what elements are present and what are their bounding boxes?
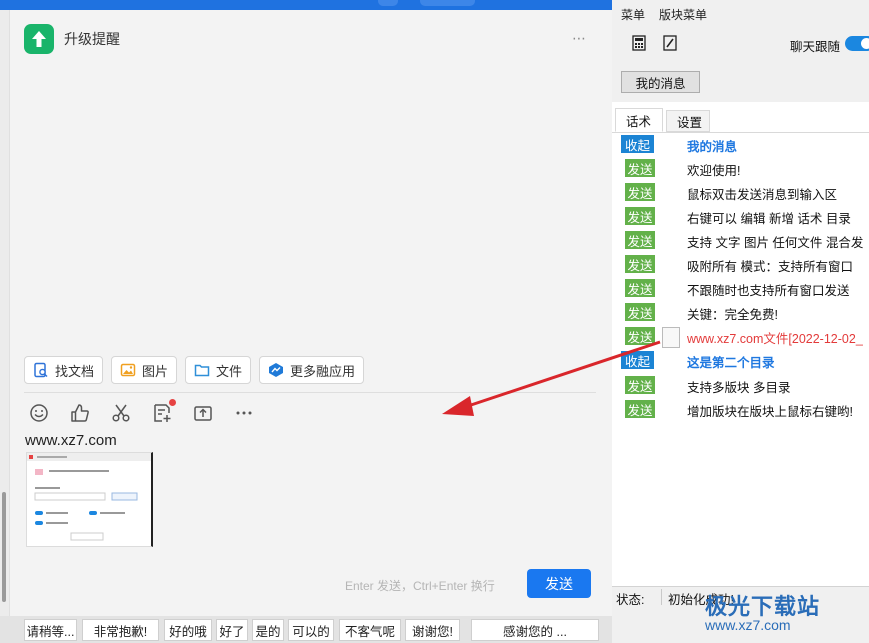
send-badge-button[interactable]: 发送 xyxy=(625,400,655,418)
share-upload-icon[interactable] xyxy=(192,402,214,424)
image-icon xyxy=(120,363,136,377)
apps-icon xyxy=(269,363,284,377)
status-label: 状态: xyxy=(616,593,645,607)
phrase-text: 关键：完全免费! xyxy=(687,308,778,322)
input-toolbar xyxy=(28,399,255,424)
phrase-text: 鼠标双击发送消息到输入区 xyxy=(687,188,838,202)
list-item[interactable]: 收起 我的消息 xyxy=(612,133,869,157)
list-item[interactable]: 发送 吸附所有 模式：支持所有窗口 xyxy=(612,253,869,277)
file-button[interactable]: 文件 xyxy=(185,356,252,384)
status-separator xyxy=(661,589,662,605)
send-badge-button[interactable]: 发送 xyxy=(625,327,655,345)
follow-toggle[interactable] xyxy=(845,36,869,51)
more-apps-button[interactable]: 更多融应用 xyxy=(259,356,365,384)
panel-header: 菜单 版块菜单 聊天跟随 我的消息 xyxy=(612,0,869,102)
image-button[interactable]: 图片 xyxy=(111,356,178,384)
group-title: 我的消息 xyxy=(687,140,738,154)
fold-button[interactable]: 收起 xyxy=(621,351,654,369)
phrase-text: 支持 文字 图片 任何文件 混合发 xyxy=(687,236,864,250)
menu-main[interactable]: 菜单 xyxy=(621,6,645,23)
scissors-icon[interactable] xyxy=(110,402,132,424)
menu-block[interactable]: 版块菜单 xyxy=(659,6,707,23)
list-item[interactable]: 发送 支持 文字 图片 任何文件 混合发 xyxy=(612,229,869,253)
phrase-button[interactable]: 好了 xyxy=(216,619,248,641)
phrase-button[interactable]: 不客气呢 xyxy=(339,619,401,641)
send-badge-button[interactable]: 发送 xyxy=(625,279,655,297)
chat-window: 升级提醒 ⋯ 找文档 图片 文件 更多融应用 www.xz7.com Enter… xyxy=(0,10,613,616)
send-badge-button[interactable]: 发送 xyxy=(625,183,655,201)
phrase-text: 支持多版块 多目录 xyxy=(687,381,791,395)
send-button[interactable]: 发送 xyxy=(527,569,591,598)
upgrade-label: 升级提醒 xyxy=(64,31,120,47)
app-button-row: 找文档 图片 文件 更多融应用 xyxy=(24,356,365,384)
top-strip-control[interactable] xyxy=(378,0,398,6)
edit-icon[interactable] xyxy=(663,35,677,51)
left-scrollbar[interactable] xyxy=(0,10,10,616)
tab-phrases[interactable]: 话术 xyxy=(615,108,663,132)
phrase-text: 欢迎使用! xyxy=(687,164,741,178)
phrase-button[interactable]: 谢谢您! xyxy=(405,619,460,641)
follow-label: 聊天跟随 xyxy=(790,40,841,54)
phrase-tool-panel: 菜单 版块菜单 聊天跟随 我的消息 话术 设置 收起 我的消息 发送 欢迎使用!… xyxy=(612,0,869,643)
list-item[interactable]: 收起 这是第二个目录 xyxy=(612,349,869,373)
phrase-text: 右键可以 编辑 新增 话术 目录 xyxy=(687,212,851,226)
send-badge-button[interactable]: 发送 xyxy=(625,231,655,249)
more-icon[interactable] xyxy=(233,402,255,424)
list-item[interactable]: 发送 欢迎使用! xyxy=(612,157,869,181)
list-item[interactable]: 发送 关键：完全免费! xyxy=(612,301,869,325)
send-badge-button[interactable]: 发送 xyxy=(625,159,655,177)
list-item[interactable]: 发送 支持多版块 多目录 xyxy=(612,374,869,398)
upgrade-reminder[interactable]: 升级提醒 xyxy=(24,24,120,54)
upgrade-arrow-icon xyxy=(24,24,54,54)
thumbs-up-icon[interactable] xyxy=(69,402,91,424)
doc-search-label: 找文档 xyxy=(55,363,95,379)
send-badge-button[interactable]: 发送 xyxy=(625,376,655,394)
file-icon xyxy=(662,327,680,348)
phrase-text: 吸附所有 模式：支持所有窗口 xyxy=(687,260,853,274)
file-phrase-text: www.xz7.com文件[2022-12-02_ xyxy=(687,332,863,346)
list-item[interactable]: 发送 不跟随时也支持所有窗口发送 xyxy=(612,277,869,301)
list-item[interactable]: 发送 鼠标双击发送消息到输入区 xyxy=(612,181,869,205)
watermark-url: www.xz7.com xyxy=(705,617,791,633)
pasted-screenshot-thumbnail[interactable] xyxy=(26,452,153,547)
list-item[interactable]: 发送 www.xz7.com文件[2022-12-02_ xyxy=(612,325,869,349)
phrase-text: 增加版块在版块上鼠标右键哟! xyxy=(687,405,853,419)
group-title: 这是第二个目录 xyxy=(687,356,775,370)
toolbar-divider xyxy=(24,392,596,393)
doc-search-icon xyxy=(34,362,48,378)
input-text[interactable]: www.xz7.com xyxy=(25,432,117,449)
site-watermark: 极光下载站 www.xz7.com xyxy=(705,585,869,643)
file-label: 文件 xyxy=(216,363,243,379)
notification-dot xyxy=(169,399,176,406)
phrase-button[interactable]: 可以的 xyxy=(288,619,334,641)
folder-icon xyxy=(194,364,210,377)
send-badge-button[interactable]: 发送 xyxy=(625,207,655,225)
scrollbar-thumb[interactable] xyxy=(2,492,6,602)
window-top-strip xyxy=(0,0,612,10)
more-apps-label: 更多融应用 xyxy=(290,363,356,379)
phrase-button[interactable]: 非常抱歉! xyxy=(82,619,159,641)
panel-tabs: 话术 设置 xyxy=(612,108,869,133)
phrase-button[interactable]: 感谢您的 ... xyxy=(471,619,599,641)
phrase-text: 不跟随时也支持所有窗口发送 xyxy=(687,284,850,298)
tab-settings[interactable]: 设置 xyxy=(666,110,710,132)
top-strip-tab[interactable] xyxy=(420,0,475,6)
note-add-icon[interactable] xyxy=(151,399,176,424)
my-messages-button[interactable]: 我的消息 xyxy=(621,71,700,93)
fold-button[interactable]: 收起 xyxy=(621,135,654,153)
send-hint: Enter 发送，Ctrl+Enter 换行 xyxy=(345,579,495,593)
more-icon[interactable]: ⋯ xyxy=(572,30,587,47)
phrase-button[interactable]: 是的 xyxy=(252,619,284,641)
calculator-icon[interactable] xyxy=(632,35,646,51)
image-label: 图片 xyxy=(142,363,169,379)
phrase-button[interactable]: 好的哦 xyxy=(164,619,212,641)
send-badge-button[interactable]: 发送 xyxy=(625,255,655,273)
doc-search-button[interactable]: 找文档 xyxy=(24,356,104,384)
phrase-button[interactable]: 请稍等... xyxy=(24,619,77,641)
send-badge-button[interactable]: 发送 xyxy=(625,303,655,321)
list-item[interactable]: 发送 右键可以 编辑 新增 话术 目录 xyxy=(612,205,869,229)
quick-phrase-bar: 请稍等... 非常抱歉! 好的哦 好了 是的 可以的 不客气呢 谢谢您! 感谢您… xyxy=(0,616,616,643)
list-item[interactable]: 发送 增加版块在版块上鼠标右键哟! xyxy=(612,398,869,422)
emoji-icon[interactable] xyxy=(28,402,50,424)
